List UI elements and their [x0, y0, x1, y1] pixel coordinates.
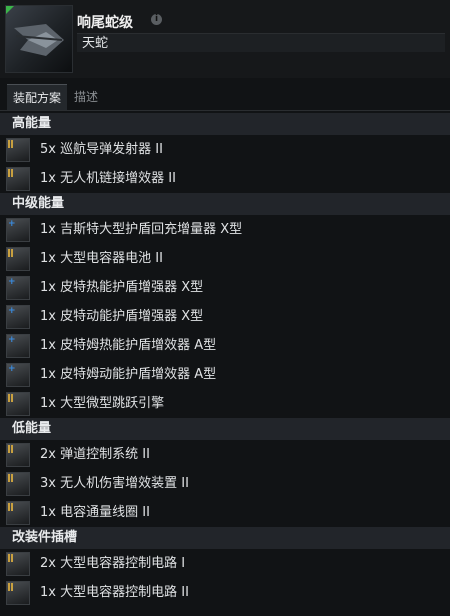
- section-header: 改装件插槽: [0, 527, 450, 549]
- cap-control-rig-icon: [6, 581, 30, 605]
- kinetic-amplifier-icon: +: [6, 363, 30, 387]
- section-header: 中级能量: [0, 193, 450, 215]
- thermal-amplifier-icon: +: [6, 334, 30, 358]
- module-label: 1x 皮特热能护盾增强器 X型: [40, 280, 204, 295]
- micro-jump-icon: [6, 392, 30, 416]
- thermal-hardener-icon: +: [6, 276, 30, 300]
- faction-plus-icon: +: [8, 306, 16, 316]
- section-header: 低能量: [0, 418, 450, 440]
- tech-level-icon: [8, 583, 13, 591]
- ship-thumbnail[interactable]: [5, 5, 73, 73]
- module-row[interactable]: +1x 皮特动能护盾增强器 X型: [0, 302, 450, 331]
- module-row[interactable]: 2x 弹道控制系统 II: [0, 440, 450, 469]
- module-row[interactable]: +1x 皮特姆动能护盾增效器 A型: [0, 360, 450, 389]
- module-row[interactable]: +1x 吉斯特大型护盾回充增量器 X型: [0, 215, 450, 244]
- tech-level-icon: [8, 394, 13, 402]
- module-list: 高能量 5x 巡航导弹发射器 II 1x 无人机链接增效器 II 中级能量 +1x 吉斯…: [0, 113, 450, 607]
- module-row[interactable]: 1x 大型电容器电池 II: [0, 244, 450, 273]
- tech-level-icon: [8, 474, 13, 482]
- ship-name: 响尾蛇级: [77, 15, 133, 31]
- tech-corner-icon: [6, 6, 14, 14]
- faction-plus-icon: +: [8, 219, 16, 229]
- module-label: 1x 无人机链接增效器 II: [40, 171, 176, 186]
- launcher-icon: [6, 138, 30, 162]
- tab-description[interactable]: 描述: [68, 84, 104, 110]
- module-label: 1x 大型微型跳跃引擎: [40, 396, 165, 411]
- module-row[interactable]: 2x 大型电容器控制电路 I: [0, 549, 450, 578]
- module-row[interactable]: 5x 巡航导弹发射器 II: [0, 135, 450, 164]
- tab-bar: 装配方案 描述: [0, 84, 450, 111]
- module-label: 1x 大型电容器电池 II: [40, 251, 163, 266]
- module-label: 1x 皮特动能护盾增强器 X型: [40, 309, 204, 324]
- faction-plus-icon: +: [8, 364, 16, 374]
- module-row[interactable]: +1x 皮特热能护盾增强器 X型: [0, 273, 450, 302]
- module-label: 5x 巡航导弹发射器 II: [40, 142, 163, 157]
- cap-control-rig-icon: [6, 552, 30, 576]
- module-row[interactable]: 1x 电容通量线圈 II: [0, 498, 450, 527]
- module-label: 1x 大型电容器控制电路 II: [40, 585, 189, 600]
- faction-plus-icon: +: [8, 277, 16, 287]
- module-row[interactable]: 1x 大型微型跳跃引擎: [0, 389, 450, 418]
- ship-render-icon: [14, 24, 64, 56]
- info-icon[interactable]: i: [151, 14, 162, 25]
- section-header: 高能量: [0, 113, 450, 135]
- drone-damage-icon: [6, 472, 30, 496]
- module-label: 1x 吉斯特大型护盾回充增量器 X型: [40, 222, 243, 237]
- cap-battery-icon: [6, 247, 30, 271]
- module-row[interactable]: 1x 无人机链接增效器 II: [0, 164, 450, 193]
- shield-booster-icon: +: [6, 218, 30, 242]
- module-row[interactable]: 3x 无人机伤害增效装置 II: [0, 469, 450, 498]
- ship-type: 天蛇: [77, 33, 445, 52]
- fitting-header: 响尾蛇级 i 天蛇: [0, 0, 450, 78]
- module-label: 2x 弹道控制系统 II: [40, 447, 150, 462]
- module-label: 1x 皮特姆动能护盾增效器 A型: [40, 367, 217, 382]
- module-label: 1x 电容通量线圈 II: [40, 505, 150, 520]
- module-row[interactable]: 1x 大型电容器控制电路 II: [0, 578, 450, 607]
- drone-link-icon: [6, 167, 30, 191]
- module-label: 2x 大型电容器控制电路 I: [40, 556, 186, 571]
- module-label: 1x 皮特姆热能护盾增效器 A型: [40, 338, 217, 353]
- kinetic-hardener-icon: +: [6, 305, 30, 329]
- module-label: 3x 无人机伤害增效装置 II: [40, 476, 189, 491]
- module-row[interactable]: +1x 皮特姆热能护盾增效器 A型: [0, 331, 450, 360]
- flux-coil-icon: [6, 501, 30, 525]
- tab-fitting[interactable]: 装配方案: [7, 84, 68, 110]
- tech-level-icon: [8, 554, 13, 562]
- tech-level-icon: [8, 249, 13, 257]
- ballistic-control-icon: [6, 443, 30, 467]
- tech-level-icon: [8, 169, 13, 177]
- tech-level-icon: [8, 503, 13, 511]
- tech-level-icon: [8, 445, 13, 453]
- tech-level-icon: [8, 140, 13, 148]
- faction-plus-icon: +: [8, 335, 16, 345]
